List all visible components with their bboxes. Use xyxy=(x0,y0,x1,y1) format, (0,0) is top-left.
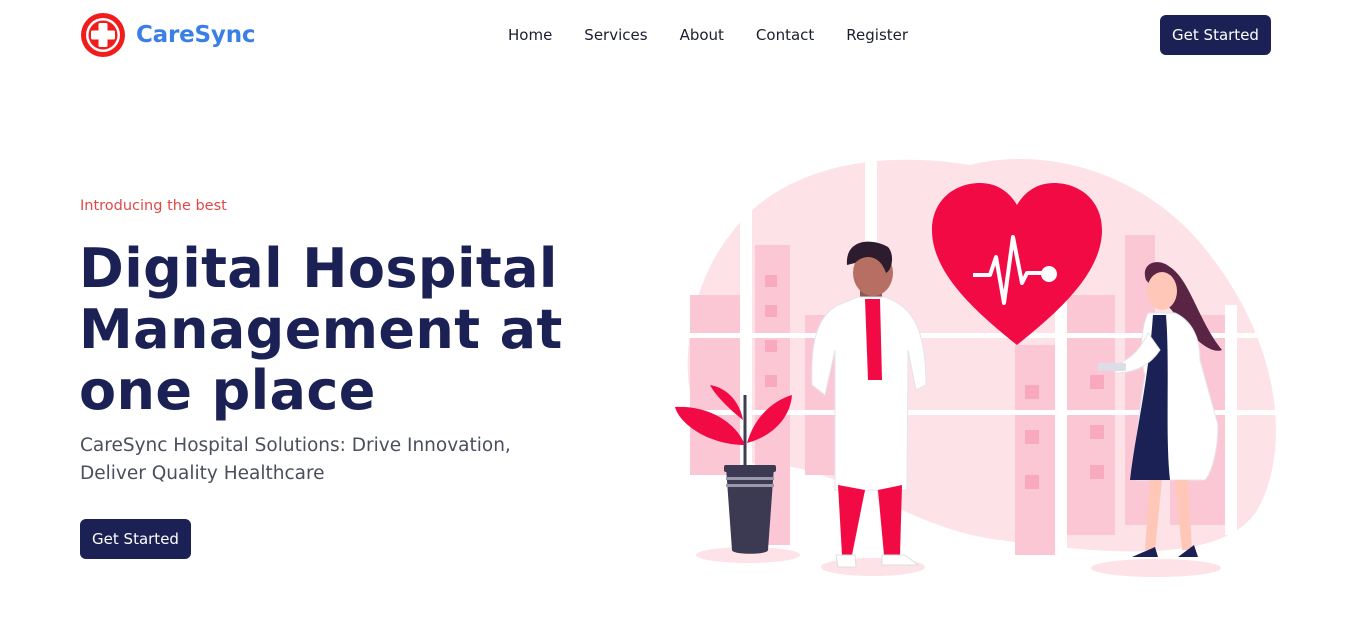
nav-about[interactable]: About xyxy=(664,24,740,46)
hero-illustration xyxy=(670,145,1280,577)
header-get-started-button[interactable]: Get Started xyxy=(1160,15,1271,55)
hero-eyebrow: Introducing the best xyxy=(80,198,227,214)
hero-headline: Digital Hospital Management at one place xyxy=(79,237,563,422)
nav-home[interactable]: Home xyxy=(492,24,568,46)
hero-subtitle: CareSync Hospital Solutions: Drive Innov… xyxy=(80,435,511,484)
medical-cross-icon xyxy=(81,13,125,57)
site-header: CareSync Home Services About Contact Reg… xyxy=(0,0,1351,72)
nav-services[interactable]: Services xyxy=(568,24,663,46)
logo[interactable]: CareSync xyxy=(80,12,256,58)
brand-name: CareSync xyxy=(136,22,256,48)
nav-register[interactable]: Register xyxy=(830,24,924,46)
main-nav: Home Services About Contact Register xyxy=(492,24,924,46)
nav-contact[interactable]: Contact xyxy=(740,24,830,46)
hero-get-started-button[interactable]: Get Started xyxy=(80,519,191,559)
